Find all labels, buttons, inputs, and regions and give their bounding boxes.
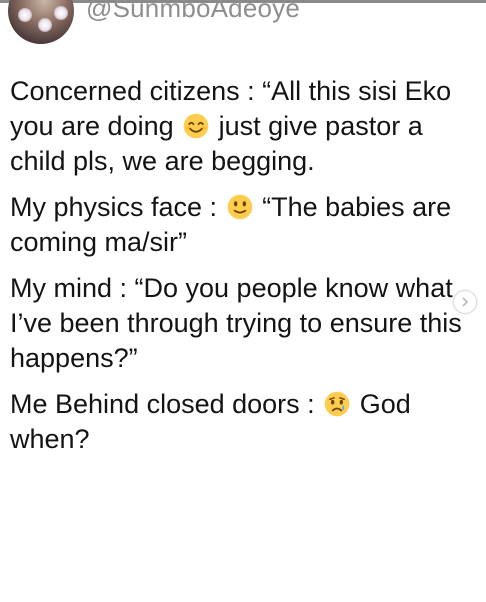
- avatar-sparkle: [18, 8, 32, 22]
- profile-avatar[interactable]: [8, 0, 74, 44]
- user-handle[interactable]: @SunmboAdeoye: [86, 0, 300, 24]
- text-run: My physics face :: [10, 192, 225, 222]
- chevron-right-icon: [462, 297, 468, 307]
- slightly-smiling-face-emoji: [227, 194, 252, 220]
- post-text: Concerned citizens : “All this sisi Eko …: [10, 74, 476, 468]
- paragraph: Me Behind closed doors : God when?: [10, 387, 476, 457]
- smiling-face-with-smiling-eyes-emoji: [183, 113, 209, 139]
- avatar-sparkle: [54, 6, 68, 20]
- text-run: Me Behind closed doors :: [10, 389, 323, 419]
- crying-face-emoji: [324, 391, 350, 417]
- avatar-sparkle: [38, 18, 52, 32]
- paragraph: My mind : “Do you people know what I’ve …: [10, 271, 476, 376]
- paragraph: Concerned citizens : “All this sisi Eko …: [10, 74, 476, 179]
- text-run: My mind : “Do you people know what I’ve …: [10, 273, 462, 373]
- next-slide-button[interactable]: [453, 290, 477, 314]
- paragraph: My physics face : “The babies are coming…: [10, 190, 476, 260]
- post-header: @SunmboAdeoye: [0, 0, 486, 44]
